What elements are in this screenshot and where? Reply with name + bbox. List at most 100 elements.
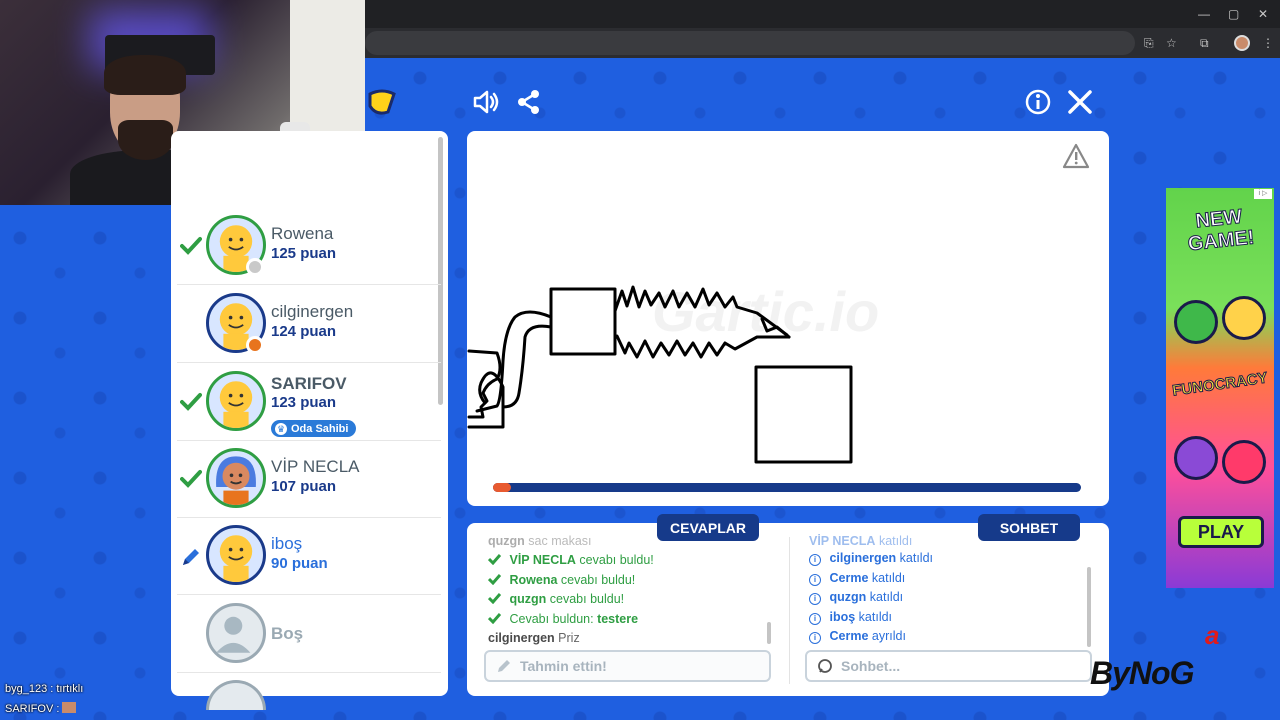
ad-title: NEW GAME! <box>1186 205 1256 256</box>
player-row: cilginergen 124 puan <box>177 286 441 363</box>
answer-text: sac makası <box>528 534 592 548</box>
chat-text: katıldı <box>899 551 934 565</box>
gartic-logo <box>368 89 396 115</box>
chat-author: VİP NECLA <box>809 534 876 548</box>
player-score: 125 puan <box>271 245 337 262</box>
check-icon <box>180 470 202 488</box>
player-score: 107 puan <box>271 478 337 495</box>
answer-text: cevabı buldu! <box>560 573 636 587</box>
bookmark-star-icon[interactable]: ☆ <box>1166 36 1177 50</box>
player-row-empty: Boş <box>177 596 441 673</box>
player-name: SARIFOV <box>271 374 347 393</box>
avatar <box>206 371 266 431</box>
advertisement-banner[interactable]: NEW GAME! FUNOCRACY PLAY <box>1166 188 1274 588</box>
close-icon[interactable] <box>1066 88 1094 116</box>
empty-slot-label: Boş <box>271 624 304 643</box>
profile-icon[interactable] <box>1234 35 1250 51</box>
report-warning-icon[interactable] <box>1062 143 1090 169</box>
minimize-icon[interactable]: — <box>1198 7 1210 21</box>
answer-message: cilginergen Priz <box>488 631 580 645</box>
answer-text: Priz <box>558 631 580 645</box>
sound-icon[interactable] <box>472 88 500 116</box>
round-timer-fill <box>493 483 511 492</box>
player-row: iboş 90 puan <box>177 518 441 595</box>
chat-input[interactable] <box>841 658 1041 674</box>
answer-message: Cevabı buldun: testere <box>488 612 638 626</box>
info-icon: i <box>809 593 821 605</box>
info-icon[interactable] <box>1024 88 1052 116</box>
answer-author: testere <box>597 612 639 626</box>
answer-text: Cevabı buldun: <box>509 612 594 626</box>
player-row: VİP NECLA 107 puan <box>177 441 441 518</box>
ad-choices-icon[interactable]: i ▷ <box>1254 189 1272 199</box>
restore-icon[interactable]: ▢ <box>1228 7 1239 21</box>
emote-icon <box>62 702 77 713</box>
ad-character-girl <box>1222 296 1266 340</box>
drawing: Gartic.io <box>467 280 879 464</box>
tab-answers[interactable]: CEVAPLAR <box>657 514 759 541</box>
player-row: SARIFOV 123 puan ♛ Oda Sahibi <box>177 364 441 441</box>
chat-message: i quzgn katıldı <box>809 590 903 605</box>
drawing-canvas[interactable]: Gartic.io <box>467 131 1109 506</box>
chat-text: katıldı <box>871 571 906 585</box>
chat-bubble-icon <box>818 659 832 673</box>
check-icon <box>180 237 202 255</box>
chat-author: quzgn <box>829 590 867 604</box>
avatar <box>206 448 266 508</box>
player-score: 90 puan <box>271 555 328 572</box>
stream-chat-line: SARIFOV : <box>5 702 77 715</box>
watermark-logo: ByNoG <box>1090 655 1194 691</box>
answer-text: cevabı buldu! <box>579 553 654 567</box>
player-name: iboş <box>271 534 303 553</box>
pencil-icon <box>498 660 510 672</box>
round-timer-bar <box>493 483 1081 492</box>
answers-scrollbar[interactable] <box>767 622 771 644</box>
chat-divider <box>789 537 790 684</box>
check-icon <box>488 554 501 565</box>
ad-play-button[interactable]: PLAY <box>1178 516 1264 548</box>
player-name: VİP NECLA <box>271 457 360 476</box>
stream-chat-text: SARIFOV : <box>5 703 60 715</box>
chat-scrollbar[interactable] <box>1087 567 1091 647</box>
chat-input-box[interactable] <box>805 650 1092 682</box>
check-icon <box>180 393 202 411</box>
chat-text: katıldı <box>858 610 893 624</box>
ad-brand: FUNOCRACY <box>1171 369 1269 400</box>
answer-author: cilginergen <box>488 631 555 645</box>
player-row: Rowena 125 puan <box>177 208 441 285</box>
chat-message: VİP NECLA katıldı <box>809 534 912 548</box>
ad-character-thumb <box>1174 300 1218 344</box>
chat-message: i Cerme ayrıldı <box>809 629 906 644</box>
answer-author: quzgn <box>509 592 547 606</box>
share-icon[interactable] <box>515 88 543 116</box>
player-name: cilginergen <box>271 302 354 321</box>
chat-message: i Cerme katıldı <box>809 571 905 586</box>
cast-icon[interactable]: ⎘ <box>1144 36 1154 50</box>
stream-chat-line: byg_123 : tırtıklı <box>5 683 84 695</box>
menu-icon[interactable]: ⋮ <box>1262 36 1274 50</box>
info-icon: i <box>809 613 821 625</box>
answer-author: VİP NECLA <box>509 553 576 567</box>
badge-label: Oda Sahibi <box>291 422 349 435</box>
chat-author: cilginergen <box>829 551 897 565</box>
chat-text: katıldı <box>878 534 913 548</box>
guess-input-box[interactable] <box>484 650 771 682</box>
answer-message: VİP NECLA cevabı buldu! <box>488 553 654 567</box>
chat-author: Cerme <box>829 571 869 585</box>
chat-author: iboş <box>829 610 856 624</box>
status-indicator <box>246 336 264 354</box>
answer-message: Rowena cevabı buldu! <box>488 573 635 587</box>
chat-author: Cerme <box>829 629 869 643</box>
check-icon <box>488 574 501 585</box>
player-score: 124 puan <box>271 323 337 340</box>
extensions-icon[interactable]: ⧉ <box>1200 36 1209 50</box>
chat-text: katıldı <box>869 590 904 604</box>
close-icon[interactable]: ✕ <box>1258 7 1268 21</box>
address-bar[interactable] <box>365 31 1135 55</box>
answer-message: quzgn sac makası <box>488 534 592 548</box>
check-icon <box>488 613 501 624</box>
guess-input[interactable] <box>520 658 720 674</box>
chat-text: ayrıldı <box>871 629 906 643</box>
answer-message: quzgn cevabı buldu! <box>488 592 624 606</box>
tab-chat[interactable]: SOHBET <box>978 514 1080 541</box>
